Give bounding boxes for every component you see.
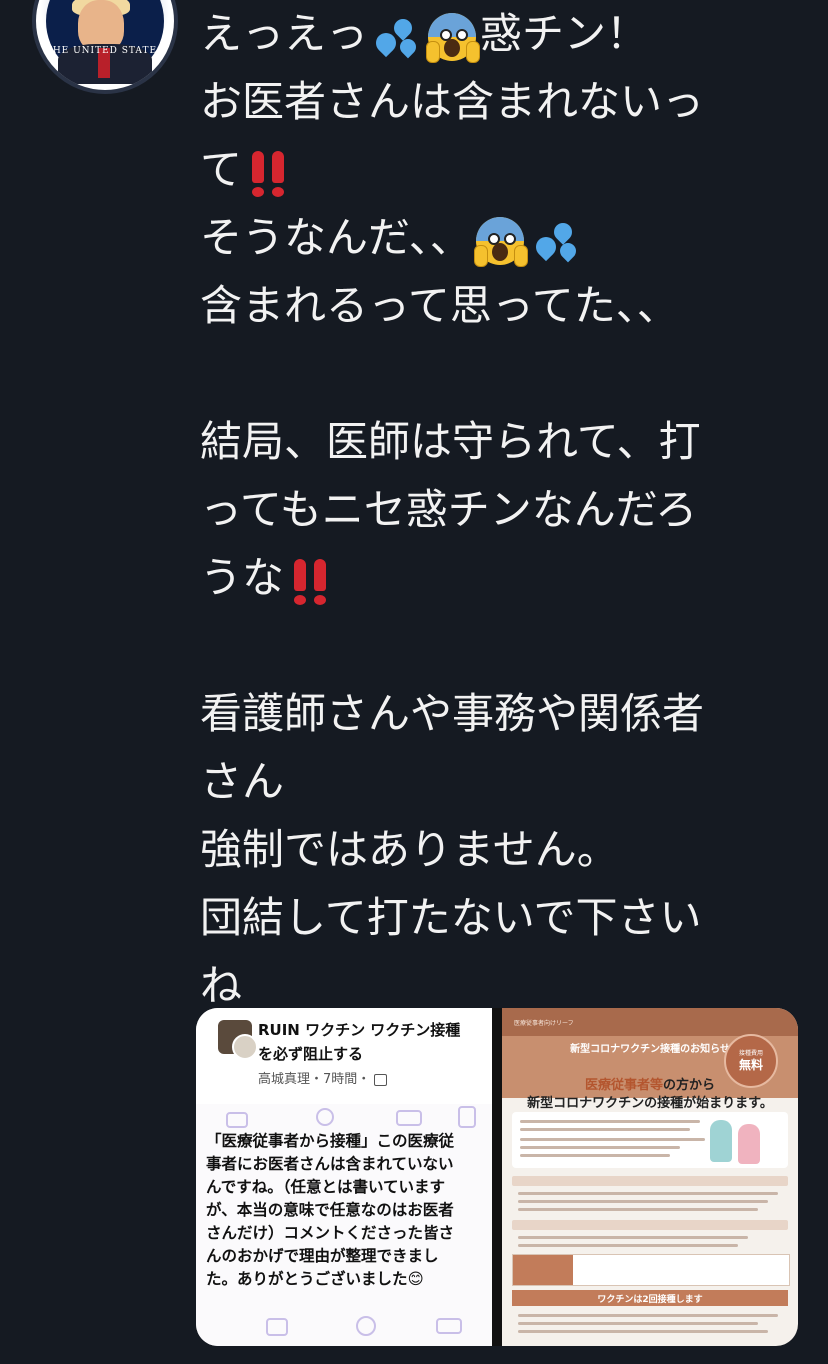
leaflet-section-bar (512, 1176, 788, 1186)
tweet-line-text: て (200, 145, 243, 194)
sweat-droplets-icon (530, 215, 582, 267)
text-line (518, 1200, 768, 1203)
tweet-line: うな (200, 544, 800, 612)
tweet-line: て (200, 136, 800, 204)
tweet-line: そうなんだ、、 (200, 204, 800, 272)
tweet-line: えっえっ 惑チン！ (200, 0, 800, 68)
fb-user-avatar (232, 1034, 258, 1060)
leaflet-heading-2: 新型コロナワクチンの接種が始まります。 (527, 1096, 773, 1111)
tweet-line: 団結して打たないで下さい (200, 884, 800, 952)
scream-icon (473, 215, 528, 267)
sweat-droplets-icon (370, 11, 422, 63)
text-line (518, 1244, 738, 1247)
fb-post-body: 「医療従事者から接種」この医療従 事者にお医者さんは含まれていない んですね。（… (196, 1104, 492, 1346)
fb-text-line: んですね。（任意とは書いています (206, 1178, 446, 1196)
fb-text-line: 「医療従事者から接種」この医療従 (206, 1132, 455, 1150)
tweet-line-text: 看護師さんや事務や関係者 (200, 689, 705, 738)
tweet-line-text: 惑チン！ (480, 9, 649, 58)
text-line (518, 1236, 748, 1239)
leaflet-heading-rest: の方から (663, 1078, 716, 1093)
scream-icon (426, 11, 481, 63)
leaflet-table (512, 1254, 790, 1286)
globe-icon (374, 1073, 388, 1086)
tweet-line-text: さん (200, 757, 285, 806)
tweet-line-text: お医者さんは含まれないっ (200, 77, 705, 126)
tweet-line (200, 340, 800, 408)
tweet-line: 看護師さんや事務や関係者 (200, 680, 800, 748)
text-line (518, 1330, 768, 1333)
tweet-line-text: そうなんだ、、 (200, 213, 472, 262)
media-image-vaccine-leaflet[interactable]: 医療従事者向けリーフ 新型コロナワクチン接種のお知らせ 接種費用 無料 医療従事… (502, 1008, 798, 1346)
doodle-icon (266, 1318, 288, 1336)
fb-text-line: んのおかげで理由が整理できまし (206, 1247, 439, 1265)
fb-text-line: 事者にお医者さんは含まれていない (206, 1155, 454, 1173)
nurse-illustration (738, 1124, 760, 1164)
text-line (520, 1128, 690, 1131)
tweet-line-text: 結局、医師は守られて、打 (200, 417, 701, 466)
fb-group-title: RUIN ワクチン ワクチン接種 を必ず阻止する (258, 1018, 488, 1066)
leaflet-small-header: 医療従事者向けリーフ (514, 1020, 574, 1027)
double-exclamation-icon (286, 555, 338, 607)
doodle-icon (436, 1318, 462, 1334)
fb-post-meta: 高城真理・7時間・ (258, 1068, 388, 1087)
fb-text-line: さんだけ）コメントくださった皆さ (206, 1224, 455, 1242)
leaflet-heading-1: 医療従事者等の方から (502, 1074, 798, 1093)
tweet-line-text: 含まれるって思ってた、、 (200, 281, 679, 330)
fb-text-line: が、本当の意味で任意なのはお医者 (206, 1201, 454, 1219)
tweet-line: さん (200, 748, 800, 816)
tweet-text: えっえっ 惑チン！ お医者さんは含まれないってそうなんだ、、含まれるって思ってた、、… (200, 0, 800, 1020)
fb-post-header: RUIN ワクチン ワクチン接種 を必ず阻止する 高城真理・7時間・ (196, 1008, 492, 1104)
nurse-illustration (710, 1120, 732, 1162)
tweet-line-text: うな (200, 553, 285, 602)
doodle-icon (316, 1108, 334, 1126)
text-line (520, 1146, 680, 1149)
text-line (518, 1314, 778, 1317)
fb-title-line2: を必ず阻止する (258, 1045, 364, 1063)
tweet-line: 強制ではありません。 (200, 816, 800, 884)
tweet-line-text: 強制ではありません。 (200, 825, 619, 874)
tweet-line-text: 団結して打たないで下さい (200, 893, 702, 942)
badge-main-text: 無料 (738, 1058, 763, 1072)
doodle-icon (458, 1106, 476, 1128)
tweet-line (200, 612, 800, 680)
tweet-line-text: ね (200, 961, 243, 1010)
text-line (520, 1154, 670, 1157)
tweet-line: 結局、医師は守られて、打 (200, 408, 800, 476)
fb-meta-text: 高城真理・7時間・ (258, 1072, 371, 1087)
profile-avatar[interactable]: THE UNITED STATES (32, 0, 178, 94)
fb-text-line: た。ありがとうございました😊 (206, 1270, 424, 1288)
leaflet-heading-accent: 医療従事者等 (584, 1078, 663, 1093)
doodle-icon (226, 1112, 248, 1128)
tweet-line: お医者さんは含まれないっ (200, 68, 800, 136)
media-image-facebook-post[interactable]: RUIN ワクチン ワクチン接種 を必ず阻止する 高城真理・7時間・ 「医療従事… (196, 1008, 492, 1346)
doodle-icon (396, 1110, 422, 1126)
text-line (520, 1138, 705, 1141)
leaflet-bottom-bar: ワクチンは2回接種します (512, 1290, 788, 1306)
media-grid[interactable]: RUIN ワクチン ワクチン接種 を必ず阻止する 高城真理・7時間・ 「医療従事… (196, 1008, 798, 1346)
text-line (518, 1192, 778, 1195)
tweet-line-text: ってもニセ惑チンなんだろ (200, 485, 698, 534)
tweet-line: 含まれるって思ってた、、 (200, 272, 800, 340)
leaflet-bottom-text: ワクチンは2回接種します (597, 1295, 703, 1305)
leaflet-section-bar (512, 1220, 788, 1230)
tweet-line: ってもニセ惑チンなんだろ (200, 476, 800, 544)
double-exclamation-icon (244, 147, 296, 199)
table-cell (513, 1255, 573, 1285)
tweet-line-text: えっえっ (200, 9, 369, 58)
text-line (520, 1120, 700, 1123)
doodle-icon (356, 1316, 376, 1336)
text-line (518, 1322, 758, 1325)
fb-post-text: 「医療従事者から接種」この医療従 事者にお医者さんは含まれていない んですね。（… (206, 1130, 492, 1291)
avatar-motto: THE UNITED STATES (45, 46, 165, 56)
fb-title-line1: RUIN ワクチン ワクチン接種 (258, 1021, 461, 1039)
text-line (518, 1208, 758, 1211)
